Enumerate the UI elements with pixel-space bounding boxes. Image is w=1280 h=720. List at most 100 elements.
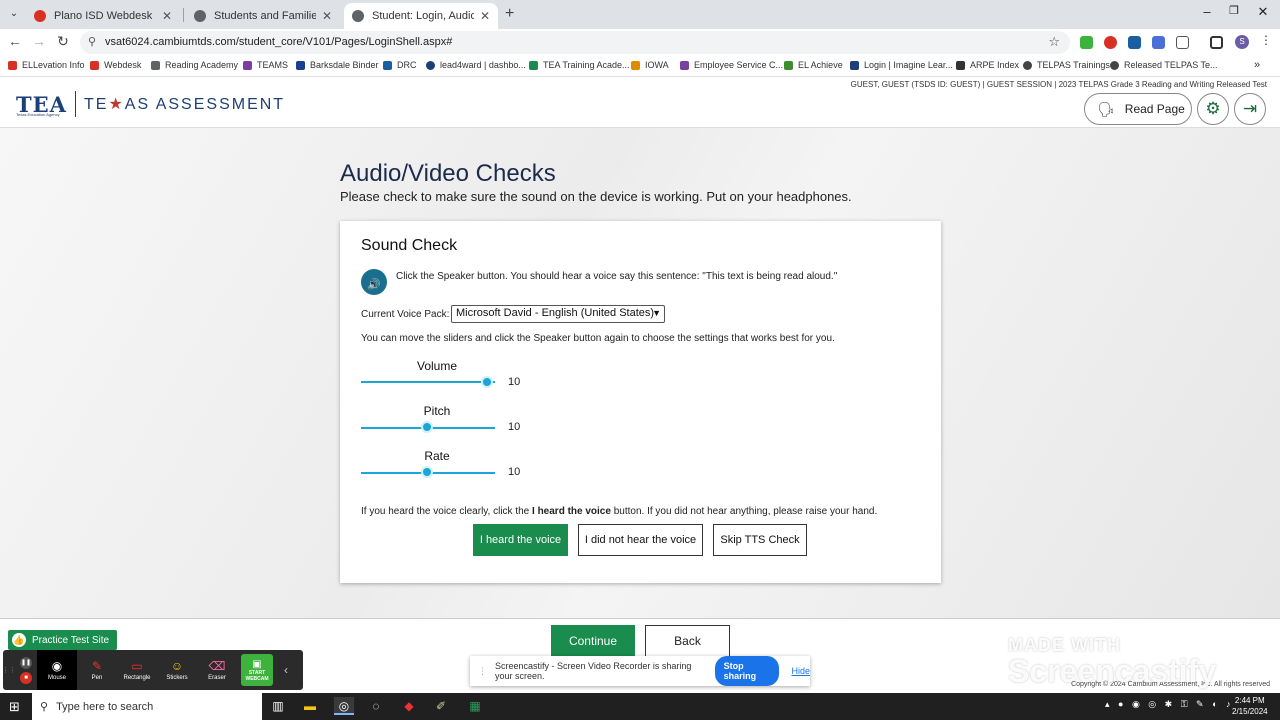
- taskbar-clock[interactable]: 2:44 PM 2/15/2024: [1232, 695, 1268, 717]
- speaker-button[interactable]: 🔊: [361, 269, 387, 295]
- app-icon[interactable]: ✐: [431, 697, 451, 715]
- mouse-tool[interactable]: ◉ Mouse: [37, 650, 77, 690]
- forward-arrow-icon[interactable]: →: [30, 33, 48, 49]
- system-tray-icons[interactable]: ▴ ● ◉ ◎ ✱ ⚿ ✎ ◐ ♪: [1105, 699, 1234, 710]
- page-title: Audio/Video Checks: [340, 160, 556, 187]
- drag-handle-icon[interactable]: ⋮: [478, 666, 487, 677]
- side-panel-icon[interactable]: [1210, 36, 1223, 49]
- minimize-icon[interactable]: –: [1192, 4, 1222, 19]
- webcam-label: START WEBCAM: [245, 669, 269, 682]
- extension-icon[interactable]: [1080, 36, 1093, 49]
- profile-avatar[interactable]: S: [1235, 35, 1249, 49]
- pause-icon[interactable]: ❚❚: [20, 656, 32, 669]
- volume-slider-track[interactable]: [361, 381, 495, 383]
- recording-controls: ❚❚ ■: [15, 656, 37, 684]
- file-explorer-icon[interactable]: ▬: [300, 697, 320, 715]
- voice-pack-select[interactable]: Microsoft David - English (United States…: [451, 305, 665, 323]
- back-arrow-icon[interactable]: ←: [6, 33, 24, 49]
- excel-icon[interactable]: ▦: [465, 697, 485, 715]
- close-tab-icon[interactable]: ✕: [480, 9, 490, 23]
- screencastify-extension-icon[interactable]: [1104, 36, 1117, 49]
- chrome-menu-icon[interactable]: ⋮: [1260, 33, 1273, 47]
- new-tab-icon[interactable]: +: [505, 5, 514, 23]
- bookmark-favicon-icon: [296, 60, 305, 70]
- bookmark-item[interactable]: TEAMS: [243, 60, 288, 70]
- windows-start-icon[interactable]: ⊞: [9, 699, 20, 715]
- tab-students-families[interactable]: Students and Families ✕: [186, 3, 340, 29]
- back-button[interactable]: Back: [645, 625, 730, 657]
- reload-icon[interactable]: ↻: [54, 33, 72, 50]
- bookmark-item[interactable]: Released TELPAS Te...: [1110, 60, 1218, 70]
- pen-tool[interactable]: ✎ Pen: [77, 650, 117, 690]
- bookmark-item[interactable]: ARPE Index: [956, 60, 1019, 70]
- tab-student-login[interactable]: Student: Login, Audio/Video Ch ✕: [344, 3, 498, 29]
- url-text[interactable]: vsat6024.cambiumtds.com/student_core/V10…: [105, 36, 452, 48]
- chrome-icon[interactable]: ◎: [334, 697, 354, 715]
- close-window-icon[interactable]: ✕: [1248, 4, 1278, 20]
- taskbar-search-box[interactable]: ⚲ Type here to search: [32, 693, 262, 720]
- bookmark-favicon-icon: [90, 60, 99, 70]
- bookmark-item[interactable]: TELPAS Trainings: [1023, 60, 1110, 70]
- tab-title: Student: Login, Audio/Video Ch: [372, 10, 474, 22]
- bookmark-item[interactable]: TEA Training Acade...: [529, 60, 630, 70]
- did-not-hear-button[interactable]: I did not hear the voice: [578, 524, 703, 556]
- brand-text: ASSESSMENT: [155, 96, 286, 113]
- site-info-icon[interactable]: ⚲: [88, 35, 96, 48]
- bookmark-label: Employee Service C...: [694, 60, 784, 70]
- tab-separator: [183, 8, 184, 22]
- bookmark-item[interactable]: Webdesk: [90, 60, 141, 70]
- close-tab-icon[interactable]: ✕: [162, 9, 172, 23]
- drag-handle-icon[interactable]: ⋮⋮: [2, 650, 16, 690]
- continue-button[interactable]: Continue: [551, 625, 635, 657]
- tab-search-icon[interactable]: ⌄: [4, 5, 24, 23]
- text-extension-icon[interactable]: [1128, 36, 1141, 49]
- app-icon[interactable]: ◌: [366, 697, 386, 715]
- read-page-button[interactable]: 🗣 Read Page: [1084, 93, 1192, 125]
- skip-tts-check-button[interactable]: Skip TTS Check: [713, 524, 807, 556]
- eraser-tool[interactable]: ⌫ Eraser: [197, 650, 237, 690]
- rate-label: Rate: [424, 449, 450, 463]
- thumbs-up-icon: 👍: [12, 633, 26, 647]
- acrobat-icon[interactable]: ◆: [399, 697, 419, 715]
- bookmark-label: TEAMS: [257, 60, 289, 70]
- stickers-tool[interactable]: ☺ Stickers: [157, 650, 197, 690]
- address-bar[interactable]: ⚲ vsat6024.cambiumtds.com/student_core/V…: [80, 31, 1070, 54]
- bookmark-item[interactable]: lead4ward | dashbo...: [426, 60, 526, 70]
- hide-link[interactable]: Hide: [791, 666, 810, 676]
- collapse-toolbar-icon[interactable]: ‹: [279, 663, 293, 677]
- restore-icon[interactable]: ❐: [1219, 4, 1249, 17]
- bookmark-item[interactable]: Employee Service C...: [680, 60, 783, 70]
- start-webcam-button[interactable]: ▣ START WEBCAM: [241, 654, 273, 686]
- tab-plano-webdesk[interactable]: Plano ISD Webdesk ✕: [26, 3, 180, 29]
- bookmarks-overflow-icon[interactable]: »: [1254, 59, 1260, 71]
- bookmark-item[interactable]: Barksdale Binder: [296, 60, 379, 70]
- bookmark-item[interactable]: IOWA: [631, 60, 669, 70]
- plano-favicon-icon: [34, 10, 46, 22]
- bookmarks-bar: ELLevation Info Webdesk Reading Academy …: [0, 56, 1280, 77]
- pitch-slider-thumb[interactable]: [421, 421, 433, 433]
- tab-title: Plano ISD Webdesk: [54, 10, 153, 22]
- close-tab-icon[interactable]: ✕: [322, 9, 332, 23]
- globe-favicon-icon: [352, 10, 364, 22]
- bookmark-item[interactable]: DRC: [383, 60, 417, 70]
- bookmark-item[interactable]: Login | Imagine Lear...: [850, 60, 953, 70]
- bookmark-label: EL Achieve: [798, 60, 843, 70]
- bookmark-favicon-icon: [243, 60, 252, 70]
- cursor-icon: ◉: [51, 659, 63, 673]
- stop-sharing-button[interactable]: Stop sharing: [714, 656, 780, 686]
- translate-extension-icon[interactable]: [1152, 36, 1165, 49]
- logout-icon[interactable]: ⇥: [1234, 93, 1266, 125]
- volume-slider-thumb[interactable]: [481, 376, 493, 388]
- rectangle-tool[interactable]: ▭ Rectangle: [117, 650, 157, 690]
- stop-recording-icon[interactable]: ■: [20, 671, 32, 684]
- bookmark-star-icon[interactable]: ☆: [1048, 34, 1060, 50]
- screen-sharing-bar: ⋮ Screencastify - Screen Video Recorder …: [470, 656, 810, 686]
- bookmark-item[interactable]: ELLevation Info: [8, 60, 85, 70]
- task-view-icon[interactable]: ▥: [268, 697, 288, 715]
- extensions-puzzle-icon[interactable]: [1176, 36, 1189, 49]
- heard-voice-button[interactable]: I heard the voice: [473, 524, 568, 556]
- settings-gear-icon[interactable]: ⚙: [1197, 93, 1229, 125]
- bookmark-item[interactable]: EL Achieve: [784, 60, 843, 70]
- rate-slider-thumb[interactable]: [421, 466, 433, 478]
- bookmark-item[interactable]: Reading Academy: [151, 60, 238, 70]
